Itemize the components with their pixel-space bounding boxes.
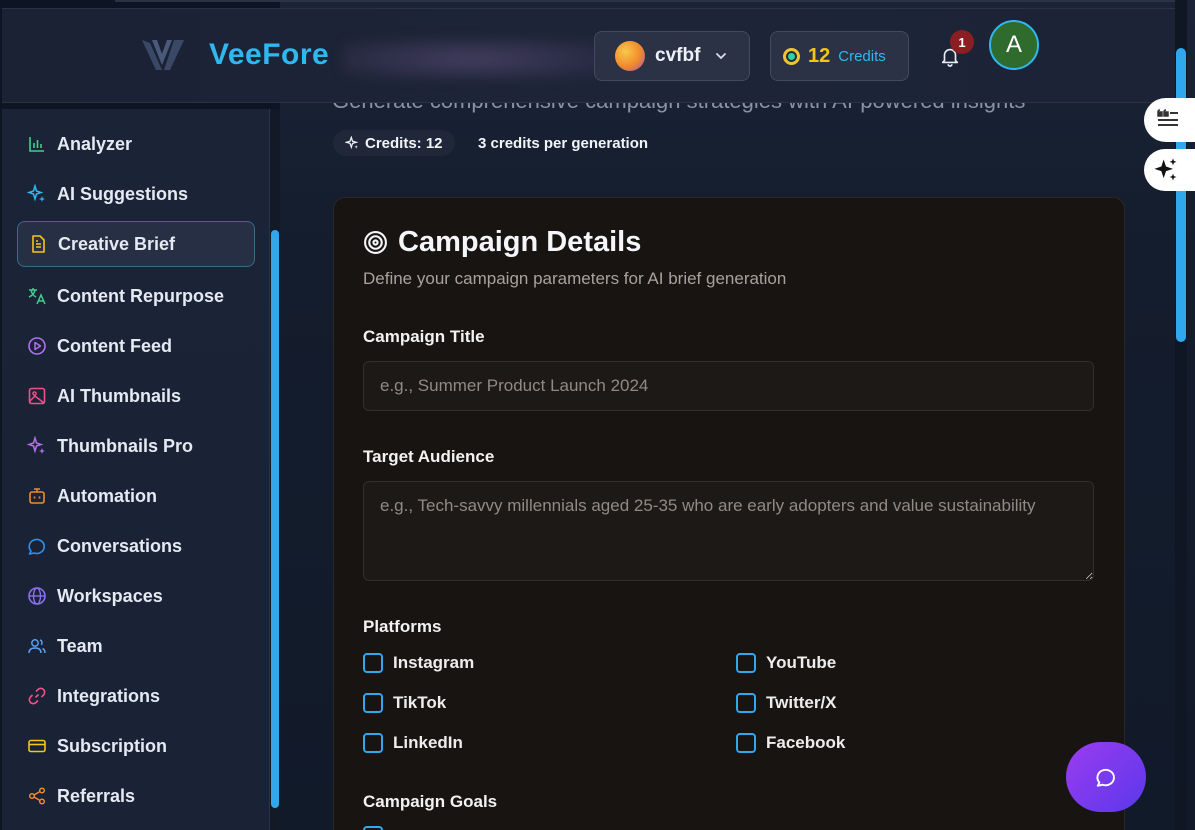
sidebar-item-label: Team [57, 635, 103, 656]
sidebar-item-ai-suggestions[interactable]: AI Suggestions [17, 171, 255, 217]
checkbox[interactable] [363, 653, 383, 673]
share-icon [28, 787, 46, 805]
credits-label: Credits [838, 47, 886, 65]
credits-pill-text: Credits: 12 [365, 134, 443, 152]
workspace-name: cvfbf [655, 45, 701, 66]
user-avatar[interactable]: A [989, 20, 1039, 70]
sidebar-item-label: Integrations [57, 685, 161, 706]
campaign-title-input[interactable] [363, 361, 1094, 411]
campaign-title-label: Campaign Title [363, 327, 485, 346]
globe-icon [28, 587, 46, 605]
credits-pill: Credits: 12 [333, 130, 455, 156]
credit-card-icon [28, 739, 46, 753]
link-icon [28, 687, 46, 705]
checkbox-label: Twitter/X [766, 693, 837, 712]
checkbox[interactable] [363, 693, 383, 713]
platform-checkbox-facebook[interactable]: Facebook [736, 733, 845, 753]
sparkles-icon [345, 136, 359, 150]
checkbox-label: Instagram [393, 653, 475, 672]
sidebar-item-automation[interactable]: Automation [17, 473, 255, 519]
sidebar-scrollbar-thumb[interactable] [271, 230, 279, 808]
chat-bubble-icon [1096, 768, 1115, 787]
chevron-down-icon [716, 53, 727, 60]
quote-list-icon [1157, 109, 1178, 126]
sparkles-icon [27, 436, 45, 454]
card-title-text: Campaign Details [398, 226, 642, 258]
workspace-switcher-button[interactable]: cvfbf [594, 31, 750, 81]
logo-text[interactable]: VeeFore [209, 38, 329, 72]
chat-bubble-icon [28, 538, 45, 555]
card-title: Campaign Details [363, 226, 641, 259]
platforms-label: Platforms [363, 617, 442, 636]
platform-checkbox-tiktok[interactable]: TikTok [363, 693, 446, 713]
notification-badge: 1 [950, 30, 974, 54]
sidebar-item-content-repurpose[interactable]: Content Repurpose [17, 273, 255, 319]
checkbox[interactable] [736, 733, 756, 753]
sidebar-item-label: AI Suggestions [57, 183, 189, 204]
campaign-goals-label: Campaign Goals [363, 792, 498, 811]
workspace-avatar-icon [615, 41, 645, 71]
logo-icon[interactable] [140, 37, 186, 73]
header-top-line [115, 0, 1175, 2]
sidebar-item-conversations[interactable]: Conversations [17, 523, 255, 569]
sidebar-item-creative-brief[interactable]: Creative Brief [17, 221, 255, 267]
sidebar-item-referrals[interactable]: Referrals [17, 773, 255, 819]
platform-checkbox-linkedin[interactable]: LinkedIn [363, 733, 463, 753]
image-icon [28, 387, 46, 405]
sidebar-item-label: Thumbnails Pro [57, 435, 194, 456]
sidebar-item-label: AI Thumbnails [57, 385, 182, 406]
document-icon [32, 235, 45, 253]
credits-button[interactable]: 12 Credits [770, 31, 909, 81]
sidebar-item-label: Conversations [57, 535, 183, 556]
sidebar-item-thumbnails-pro[interactable]: Thumbnails Pro [17, 423, 255, 469]
checkbox[interactable] [363, 733, 383, 753]
platform-checkbox-twitter[interactable]: Twitter/X [736, 693, 837, 713]
credits-coin-icon [783, 47, 800, 65]
checkbox-label: Facebook [766, 733, 846, 752]
sidebar-item-integrations[interactable]: Integrations [17, 673, 255, 719]
sidebar-item-subscription[interactable]: Subscription [17, 723, 255, 769]
platform-checkbox-youtube[interactable]: YouTube [736, 653, 836, 673]
header-glow [342, 39, 602, 79]
credits-per-generation: 3 credits per generation [478, 135, 649, 152]
sidebar-item-label: Workspaces [57, 585, 163, 606]
checkbox-label: YouTube [766, 653, 837, 672]
bot-icon [29, 488, 45, 504]
translate-icon [28, 288, 46, 305]
bar-chart-icon [29, 137, 44, 152]
platform-checkbox-instagram[interactable]: Instagram [363, 653, 474, 673]
sidebar-item-label: Analyzer [57, 133, 133, 154]
goal-checkbox[interactable] [363, 826, 383, 830]
sidebar-item-ai-thumbnails[interactable]: AI Thumbnails [17, 373, 255, 419]
sidebar-item-label: Content Feed [57, 335, 172, 356]
target-audience-textarea[interactable] [363, 481, 1094, 581]
credits-count: 12 [808, 44, 831, 67]
quote-tool-button[interactable] [1144, 98, 1195, 142]
target-icon [364, 231, 387, 254]
main-scrollbar-thumb[interactable] [1176, 48, 1186, 342]
target-audience-label: Target Audience [363, 447, 495, 466]
ai-assistant-button[interactable] [1144, 149, 1195, 191]
sidebar-item-label: Content Repurpose [57, 285, 225, 306]
sidebar-item-label: Referrals [57, 785, 136, 806]
sidebar-item-label: Subscription [57, 735, 168, 756]
sidebar [2, 109, 270, 830]
chat-support-button[interactable] [1066, 742, 1146, 812]
sparkles-icon [27, 184, 45, 202]
checkbox-label: TikTok [393, 693, 447, 712]
card-description: Define your campaign parameters for AI b… [363, 269, 787, 288]
sidebar-item-team[interactable]: Team [17, 623, 255, 669]
checkbox-label: LinkedIn [393, 733, 463, 752]
sparkles-icon [1154, 158, 1177, 181]
sidebar-item-analyzer[interactable]: Analyzer [17, 121, 255, 167]
play-circle-icon [28, 337, 46, 355]
sidebar-item-content-feed[interactable]: Content Feed [17, 323, 255, 369]
checkbox[interactable] [736, 653, 756, 673]
users-icon [28, 639, 46, 654]
sidebar-item-label: Automation [57, 485, 157, 506]
sidebar-item-label: Creative Brief [58, 233, 176, 254]
sidebar-item-workspaces[interactable]: Workspaces [17, 573, 255, 619]
checkbox[interactable] [736, 693, 756, 713]
